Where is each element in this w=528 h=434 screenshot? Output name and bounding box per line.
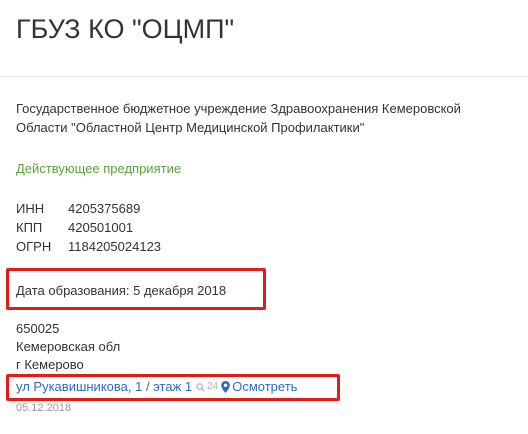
- founded-date: Дата образования: 5 декабря 2018: [16, 283, 227, 298]
- street-link[interactable]: ул Рукавишникова, 1 / этаж 1: [16, 378, 192, 396]
- requisite-row-inn: ИНН 4205375689: [16, 199, 161, 218]
- street-line: ул Рукавишникова, 1 / этаж 1 24 Осмотрет…: [16, 378, 297, 396]
- status-text: Действующее предприятие: [16, 161, 182, 176]
- map-pin-icon: [221, 381, 231, 393]
- org-full-name: Государственное бюджетное учреждение Здр…: [16, 101, 461, 135]
- magnifier-icon: [196, 382, 205, 392]
- views-count: 24: [207, 381, 219, 392]
- page-title: ГБУЗ КО "ОЦМП": [16, 14, 235, 44]
- requisite-label: КПП: [16, 220, 43, 235]
- requisite-label: ИНН: [16, 201, 45, 216]
- address-zip: 650025: [16, 321, 60, 336]
- requisite-row-kpp: КПП 420501001: [16, 218, 161, 237]
- divider: [0, 76, 528, 77]
- address-date: 05.12.2018: [16, 402, 72, 414]
- address-city: г Кемерово: [16, 357, 84, 372]
- views-counter: 24: [196, 378, 218, 396]
- requisite-label: ОГРН: [16, 239, 52, 254]
- view-on-map-link[interactable]: Осмотреть: [232, 378, 297, 396]
- requisite-value: 1184205024123: [68, 239, 162, 254]
- requisite-value: 420501001: [68, 220, 134, 235]
- requisite-value: 4205375689: [68, 201, 141, 216]
- requisites-block: ИНН 4205375689 КПП 420501001 ОГРН 118420…: [16, 199, 161, 256]
- requisite-row-ogrn: ОГРН 1184205024123: [16, 237, 161, 256]
- address-region: Кемеровская обл: [16, 339, 121, 354]
- address-block: 650025 Кемеровская обл г Кемерово: [16, 320, 120, 374]
